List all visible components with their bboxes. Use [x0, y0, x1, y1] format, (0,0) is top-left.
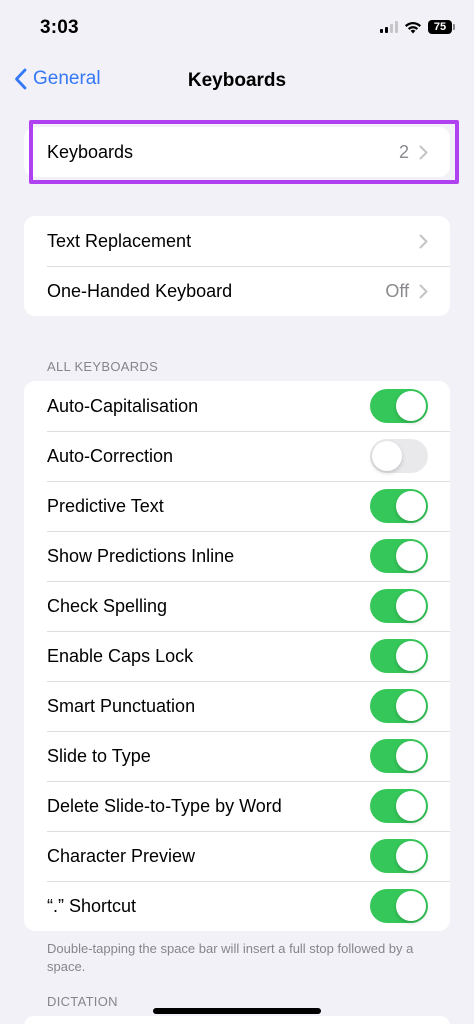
- keyboards-row[interactable]: Keyboards 2: [24, 127, 450, 177]
- chevron-right-icon: [419, 284, 428, 298]
- toggle-switch[interactable]: [370, 739, 428, 773]
- setting-row-show-predictions-inline: Show Predictions Inline: [24, 531, 450, 581]
- status-time: 3:03: [40, 17, 79, 38]
- text-options-group: Text Replacement One-Handed Keyboard Off: [24, 216, 450, 316]
- page-title: Keyboards: [187, 70, 287, 91]
- toggle-knob: [396, 841, 426, 871]
- all-keyboards-header: ALL KEYBOARDS: [47, 359, 159, 374]
- all-keyboards-group: Auto-Capitalisation Auto-Correction Predic…: [24, 381, 450, 931]
- setting-label: Smart Punctuation: [47, 695, 196, 716]
- one-handed-keyboard-value: Off: [385, 280, 409, 301]
- status-icons: 75: [380, 20, 455, 34]
- one-handed-keyboard-row[interactable]: One-Handed Keyboard Off: [24, 266, 450, 316]
- toggle-switch[interactable]: [370, 439, 428, 473]
- setting-row-auto-capitalisation: Auto-Capitalisation: [24, 381, 450, 431]
- setting-label: Slide to Type: [47, 745, 151, 766]
- toggle-knob: [396, 691, 426, 721]
- toggle-switch[interactable]: [370, 539, 428, 573]
- one-handed-keyboard-label: One-Handed Keyboard: [47, 280, 233, 301]
- toggle-knob: [372, 441, 402, 471]
- toggle-knob: [396, 541, 426, 571]
- toggle-knob: [396, 391, 426, 421]
- all-keyboards-footer: Double-tapping the space bar will insert…: [47, 941, 414, 974]
- toggle-knob: [396, 641, 426, 671]
- dictation-group: [24, 1016, 450, 1024]
- battery-icon: 75: [428, 20, 455, 34]
- settings-screen: 3:03 75 General Keyboards Keyboards 2 Te…: [0, 0, 474, 1024]
- setting-row-slide-to-type: Slide to Type: [24, 731, 450, 781]
- setting-label: Character Preview: [47, 845, 196, 866]
- wifi-icon: [405, 21, 421, 33]
- toggle-switch[interactable]: [370, 889, 428, 923]
- keyboards-count: 2: [398, 141, 409, 162]
- toggle-knob: [396, 591, 426, 621]
- toggle-switch[interactable]: [370, 789, 428, 823]
- setting-label: Delete Slide-to-Type by Word: [47, 795, 282, 816]
- keyboards-group: Keyboards 2: [24, 127, 450, 177]
- setting-row-auto-correction: Auto-Correction: [24, 431, 450, 481]
- setting-label: Auto-Capitalisation: [47, 395, 199, 416]
- battery-level: 75: [433, 21, 447, 33]
- cellular-signal-icon: [380, 21, 398, 33]
- toggle-switch[interactable]: [370, 389, 428, 423]
- toggle-switch[interactable]: [370, 489, 428, 523]
- chevron-right-icon: [419, 234, 428, 248]
- toggle-knob: [396, 891, 426, 921]
- home-indicator: [153, 1008, 321, 1014]
- toggle-switch[interactable]: [370, 689, 428, 723]
- toggle-knob: [396, 741, 426, 771]
- setting-label: “.” Shortcut: [47, 895, 137, 916]
- setting-row-smart-punctuation: Smart Punctuation: [24, 681, 450, 731]
- toggle-knob: [396, 791, 426, 821]
- setting-row-check-spelling: Check Spelling: [24, 581, 450, 631]
- keyboards-label: Keyboards: [47, 141, 134, 162]
- navigation-bar: General Keyboards: [0, 58, 474, 104]
- setting-row-shortcut: “.” Shortcut: [24, 881, 450, 931]
- status-bar: 3:03 75: [0, 0, 474, 58]
- setting-label: Auto-Correction: [47, 445, 174, 466]
- setting-label: Show Predictions Inline: [47, 545, 235, 566]
- setting-row-delete-slide-to-type-by-word: Delete Slide-to-Type by Word: [24, 781, 450, 831]
- toggle-switch[interactable]: [370, 839, 428, 873]
- setting-row-enable-caps-lock: Enable Caps Lock: [24, 631, 450, 681]
- toggle-switch[interactable]: [370, 639, 428, 673]
- text-replacement-label: Text Replacement: [47, 230, 192, 251]
- setting-label: Predictive Text: [47, 495, 164, 516]
- setting-label: Enable Caps Lock: [47, 645, 194, 666]
- toggle-switch[interactable]: [370, 589, 428, 623]
- setting-label: Check Spelling: [47, 595, 168, 616]
- setting-row-predictive-text: Predictive Text: [24, 481, 450, 531]
- setting-row-character-preview: Character Preview: [24, 831, 450, 881]
- dictation-header: DICTATION: [47, 994, 118, 1009]
- chevron-right-icon: [419, 145, 428, 159]
- toggle-knob: [396, 491, 426, 521]
- text-replacement-row[interactable]: Text Replacement: [24, 216, 450, 266]
